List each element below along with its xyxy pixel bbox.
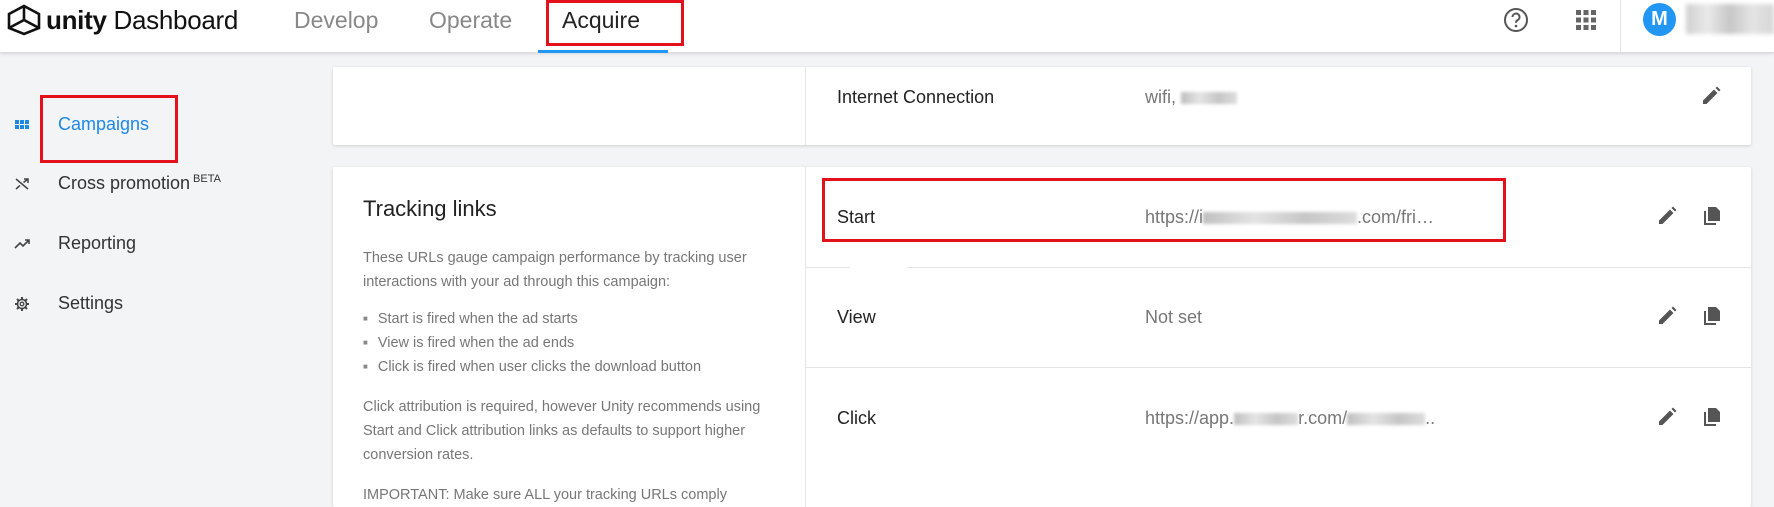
grid-icon <box>15 120 29 129</box>
view-link-label: View <box>837 307 876 327</box>
sidebar-item-label: Cross promotion <box>58 173 191 193</box>
logo-text-bold: unity <box>46 4 107 35</box>
sidebar-item-label: Reporting <box>58 233 137 253</box>
unity-logo[interactable]: unity Dashboard <box>6 4 238 36</box>
card-divider <box>805 167 806 507</box>
unity-cube-icon <box>7 4 41 36</box>
list-item: Start is fired when the ad starts <box>363 307 701 331</box>
highlight-start-link <box>822 178 1506 242</box>
gear-icon <box>15 297 29 311</box>
shuffle-icon <box>15 178 29 190</box>
copy-icon[interactable] <box>1701 305 1723 327</box>
sidebar-item-settings[interactable]: Settings <box>0 284 320 324</box>
copy-icon[interactable] <box>1701 205 1723 227</box>
tab-develop[interactable]: Develop <box>294 4 378 36</box>
redacted-text <box>1181 92 1238 105</box>
trending-up-icon <box>14 239 30 249</box>
highlight-acquire <box>546 0 684 46</box>
active-tab-indicator <box>538 50 668 53</box>
attribution-note: Click attribution is required, however U… <box>363 399 761 463</box>
top-bar: unity Dashboard Develop Operate Acquire … <box>0 0 1774 53</box>
sidebar-item-reporting[interactable]: Reporting <box>0 224 320 264</box>
avatar[interactable]: M <box>1643 3 1676 36</box>
card-divider <box>805 67 806 145</box>
logo-text-rest: Dashboard <box>106 4 239 35</box>
tracking-bullets: Start is fired when the ad starts View i… <box>363 307 701 379</box>
important-note: IMPORTANT: Make sure ALL your tracking U… <box>363 487 727 503</box>
highlight-campaigns <box>40 95 178 163</box>
edit-pencil-icon[interactable] <box>1656 305 1678 327</box>
list-item: Click is fired when user clicks the down… <box>363 355 701 379</box>
edit-pencil-icon[interactable] <box>1700 85 1722 107</box>
redacted-text <box>1347 413 1426 426</box>
edit-pencil-icon[interactable] <box>1656 205 1678 227</box>
copy-icon[interactable] <box>1701 406 1723 428</box>
row-divider <box>806 367 1751 368</box>
edit-pencil-icon[interactable] <box>1656 406 1678 428</box>
tab-operate[interactable]: Operate <box>429 4 512 36</box>
click-link-value: https://app. r.com/.. <box>1145 408 1436 428</box>
help-circle-icon[interactable] <box>1502 6 1530 34</box>
targeting-card: Internet Connection wifi, <box>333 67 1751 145</box>
sidebar-item-cross-promotion[interactable]: Cross promotion BETA <box>0 164 320 204</box>
sidebar-item-label: Settings <box>58 293 124 313</box>
internet-connection-label: Internet Connection <box>837 87 995 107</box>
click-link-label: Click <box>837 408 876 428</box>
beta-badge: BETA <box>193 173 221 185</box>
view-link-value: Not set <box>1145 307 1203 327</box>
apps-grid-icon[interactable] <box>1572 6 1600 34</box>
tracking-links-title: Tracking links <box>363 196 497 221</box>
row-divider <box>806 267 850 268</box>
tracking-description: These URLs gauge campaign performance by… <box>363 250 747 290</box>
row-divider <box>907 267 1751 268</box>
redacted-text <box>1234 413 1299 426</box>
internet-connection-value: wifi, <box>1145 87 1238 108</box>
header-divider <box>1620 0 1621 53</box>
user-name-redacted[interactable] <box>1686 4 1774 34</box>
list-item: View is fired when the ad ends <box>363 331 701 355</box>
